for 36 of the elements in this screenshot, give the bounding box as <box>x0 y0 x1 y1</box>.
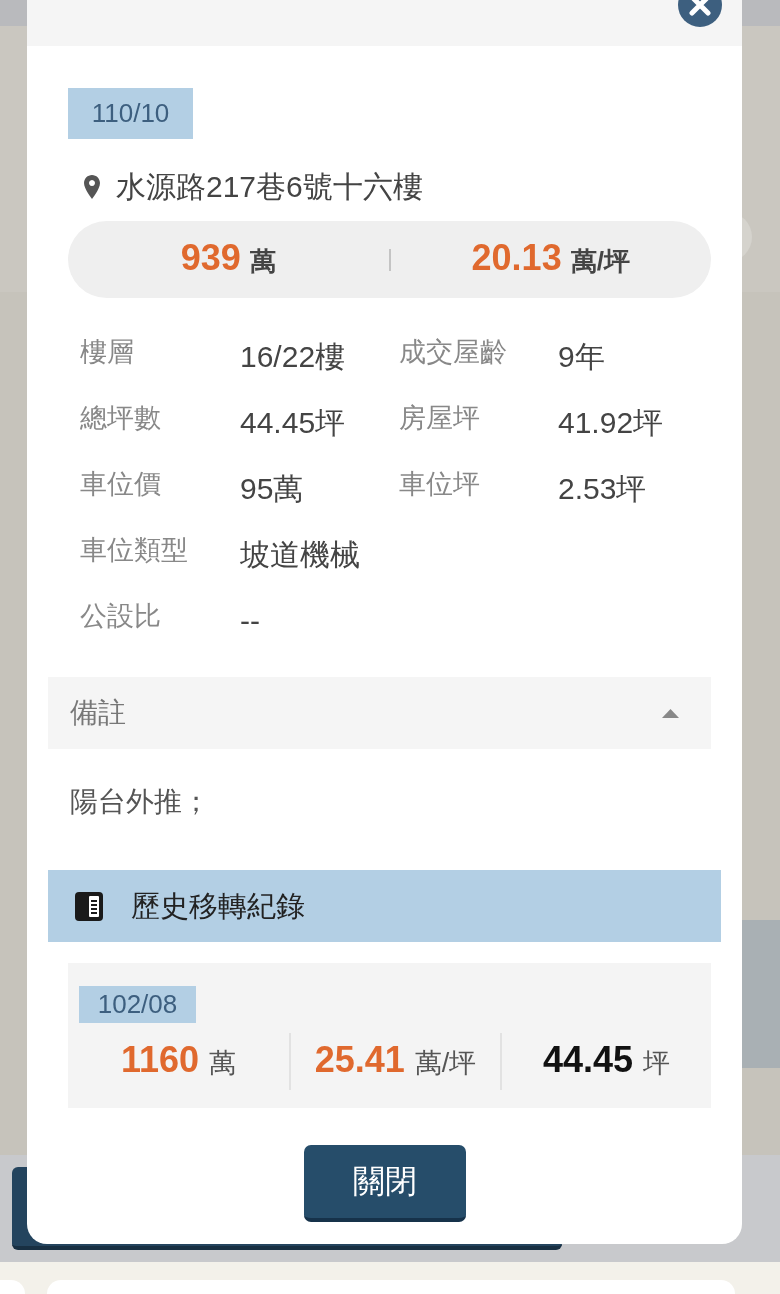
detail-value: 41.92坪 <box>558 405 664 441</box>
detail-label: 車位坪 <box>399 468 480 501</box>
detail-value: 坡道機械 <box>240 537 360 573</box>
date-tag: 110/10 <box>68 88 193 139</box>
detail-value: 9年 <box>558 339 605 375</box>
price-value: 939 <box>180 236 241 280</box>
unit-label: 萬/坪 <box>414 1047 477 1080</box>
price-value: 25.41 <box>314 1038 405 1082</box>
detail-label: 車位價 <box>80 468 161 501</box>
close-icon[interactable] <box>678 0 722 27</box>
detail-value: 44.45坪 <box>240 405 346 441</box>
detail-value: 2.53坪 <box>558 471 647 507</box>
detail-label: 樓層 <box>80 336 134 369</box>
section-title: 歷史移轉紀錄 <box>131 889 305 924</box>
unit-label: 萬/坪 <box>570 245 630 278</box>
detail-label: 成交屋齡 <box>399 336 507 369</box>
detail-label: 房屋坪 <box>399 402 480 435</box>
close-button[interactable]: 關閉 <box>303 1145 466 1222</box>
detail-value: 16/22樓 <box>240 339 346 375</box>
price-value: 1160 <box>120 1038 200 1082</box>
detail-value: 95萬 <box>240 471 304 507</box>
list-icon <box>75 891 103 921</box>
date-tag: 102/08 <box>79 986 196 1023</box>
remarks-text: 陽台外推； <box>70 785 211 819</box>
unit-label: 萬 <box>209 1047 237 1080</box>
remarks-toggle[interactable]: 備註 <box>48 677 711 749</box>
unit-label: 萬 <box>249 245 276 278</box>
address-text: 水源路217巷6號十六樓 <box>116 169 423 205</box>
detail-label: 車位類型 <box>80 534 188 567</box>
detail-label: 公設比 <box>80 600 161 633</box>
detail-label: 總坪數 <box>80 402 161 435</box>
price-value: 20.13 <box>471 236 562 280</box>
detail-value: -- <box>240 603 260 639</box>
location-pin-icon <box>84 175 100 199</box>
unit-label: 坪 <box>643 1047 671 1080</box>
area-value: 44.45 <box>542 1038 634 1082</box>
